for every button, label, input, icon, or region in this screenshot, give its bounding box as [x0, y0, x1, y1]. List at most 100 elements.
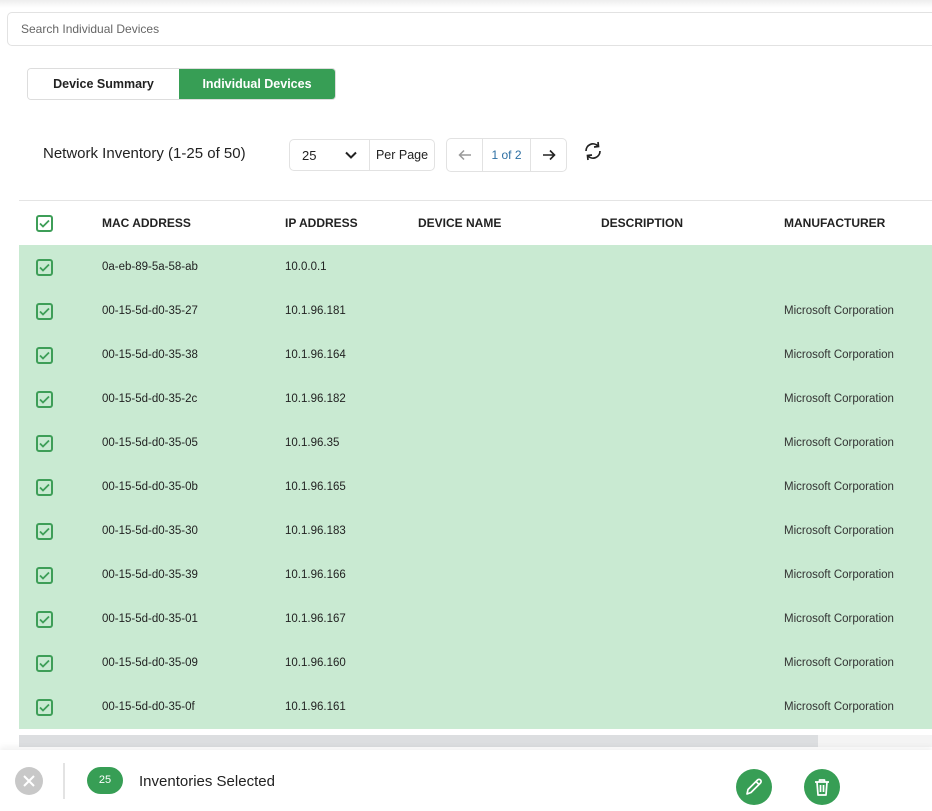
cell-manufacturer: Microsoft Corporation — [784, 465, 932, 509]
per-page-select[interactable]: 25 — [290, 140, 370, 170]
arrow-right-icon — [542, 149, 556, 161]
table-row[interactable]: 00-15-5d-d0-35-38 10.1.96.164 Microsoft Co… — [19, 333, 932, 377]
checkbox-checked-icon — [39, 527, 50, 536]
selected-count-badge: 25 — [87, 767, 123, 794]
table-row[interactable]: 00-15-5d-d0-35-0f 10.1.96.161 Microsoft Co… — [19, 685, 932, 729]
cell-description — [601, 641, 784, 685]
checkbox-checked-icon — [39, 351, 50, 360]
table-row[interactable]: 0a-eb-89-5a-58-ab 10.0.0.1 — [19, 245, 932, 289]
column-header-description[interactable]: DESCRIPTION — [601, 201, 784, 245]
cell-device-name — [418, 597, 601, 641]
cell-description — [601, 465, 784, 509]
close-icon — [23, 775, 35, 787]
table-row[interactable]: 00-15-5d-d0-35-01 10.1.96.167 Microsoft Co… — [19, 597, 932, 641]
table-header-row: MAC ADDRESS IP ADDRESS DEVICE NAME DESCR… — [19, 201, 932, 245]
checkbox-checked-icon — [39, 219, 50, 228]
table-row[interactable]: 00-15-5d-d0-35-27 10.1.96.181 Microsoft Co… — [19, 289, 932, 333]
column-header-device-name[interactable]: DEVICE NAME — [418, 201, 601, 245]
arrow-left-icon — [457, 149, 471, 161]
cell-mac-address: 00-15-5d-d0-35-39 — [102, 553, 285, 597]
edit-button[interactable] — [736, 769, 772, 805]
refresh-icon — [585, 141, 601, 161]
inventory-table: MAC ADDRESS IP ADDRESS DEVICE NAME DESCR… — [19, 201, 932, 729]
checkbox-checked-icon — [39, 439, 50, 448]
row-checkbox[interactable] — [36, 478, 53, 496]
checkbox-checked-icon — [39, 263, 50, 272]
column-header-manufacturer[interactable]: MANUFACTURER — [784, 201, 932, 245]
row-checkbox[interactable] — [36, 522, 53, 540]
cell-ip-address: 10.1.96.160 — [285, 641, 418, 685]
cell-manufacturer: Microsoft Corporation — [784, 333, 932, 377]
cell-description — [601, 245, 784, 289]
table-row[interactable]: 00-15-5d-d0-35-0b 10.1.96.165 Microsoft Co… — [19, 465, 932, 509]
cell-device-name — [418, 465, 601, 509]
view-tabs: Device Summary Individual Devices — [27, 68, 336, 100]
checkbox-checked-icon — [39, 703, 50, 712]
row-checkbox[interactable] — [36, 258, 53, 276]
cell-mac-address: 0a-eb-89-5a-58-ab — [102, 245, 285, 289]
chevron-down-icon — [345, 151, 357, 159]
selected-label: Inventories Selected — [139, 773, 275, 790]
cell-description — [601, 289, 784, 333]
cell-manufacturer: Microsoft Corporation — [784, 509, 932, 553]
cell-device-name — [418, 245, 601, 289]
row-checkbox[interactable] — [36, 346, 53, 364]
table-row[interactable]: 00-15-5d-d0-35-2c 10.1.96.182 Microsoft Co… — [19, 377, 932, 421]
select-all-checkbox[interactable] — [36, 214, 53, 232]
checkbox-checked-icon — [39, 615, 50, 624]
cell-description — [601, 597, 784, 641]
row-checkbox[interactable] — [36, 610, 53, 628]
cell-ip-address: 10.1.96.167 — [285, 597, 418, 641]
cell-device-name — [418, 377, 601, 421]
cell-device-name — [418, 553, 601, 597]
table-row[interactable]: 00-15-5d-d0-35-30 10.1.96.183 Microsoft Co… — [19, 509, 932, 553]
cell-manufacturer: Microsoft Corporation — [784, 289, 932, 333]
prev-page-button[interactable] — [447, 139, 483, 171]
cell-description — [601, 553, 784, 597]
column-header-ip[interactable]: IP ADDRESS — [285, 201, 418, 245]
page-title: Network Inventory (1-25 of 50) — [43, 145, 246, 162]
pagination: 1 of 2 — [446, 138, 567, 172]
cell-device-name — [418, 421, 601, 465]
table-body: 0a-eb-89-5a-58-ab 10.0.0.1 00-15-5d-d0-35-… — [19, 245, 932, 729]
cell-mac-address: 00-15-5d-d0-35-2c — [102, 377, 285, 421]
checkbox-checked-icon — [39, 571, 50, 580]
delete-button[interactable] — [804, 769, 840, 805]
row-checkbox[interactable] — [36, 434, 53, 452]
tab-device-summary[interactable]: Device Summary — [28, 69, 179, 99]
row-checkbox[interactable] — [36, 566, 53, 584]
row-checkbox[interactable] — [36, 390, 53, 408]
row-checkbox[interactable] — [36, 302, 53, 320]
refresh-button[interactable] — [583, 140, 603, 162]
cell-ip-address: 10.1.96.164 — [285, 333, 418, 377]
cell-mac-address: 00-15-5d-d0-35-27 — [102, 289, 285, 333]
clear-selection-button[interactable] — [15, 767, 43, 795]
table-row[interactable]: 00-15-5d-d0-35-09 10.1.96.160 Microsoft Co… — [19, 641, 932, 685]
tab-individual-devices[interactable]: Individual Devices — [179, 69, 335, 99]
search-bar[interactable] — [7, 12, 932, 46]
cell-mac-address: 00-15-5d-d0-35-01 — [102, 597, 285, 641]
cell-manufacturer: Microsoft Corporation — [784, 421, 932, 465]
cell-ip-address: 10.1.96.165 — [285, 465, 418, 509]
per-page-label: Per Page — [375, 148, 429, 162]
search-input[interactable] — [8, 13, 932, 45]
horizontal-scrollbar[interactable] — [19, 735, 932, 747]
cell-description — [601, 685, 784, 729]
row-checkbox[interactable] — [36, 654, 53, 672]
cell-manufacturer: Microsoft Corporation — [784, 377, 932, 421]
page-indicator: 1 of 2 — [491, 148, 522, 162]
next-page-button[interactable] — [530, 139, 566, 171]
cell-device-name — [418, 333, 601, 377]
row-checkbox[interactable] — [36, 698, 53, 716]
cell-device-name — [418, 641, 601, 685]
table-row[interactable]: 00-15-5d-d0-35-05 10.1.96.35 Microsoft Cor… — [19, 421, 932, 465]
table-row[interactable]: 00-15-5d-d0-35-39 10.1.96.166 Microsoft Co… — [19, 553, 932, 597]
scrollbar-thumb[interactable] — [19, 735, 818, 747]
trash-icon — [815, 779, 829, 796]
cell-mac-address: 00-15-5d-d0-35-30 — [102, 509, 285, 553]
selection-footer: 25 Inventories Selected — [0, 750, 932, 811]
top-shadow — [0, 0, 932, 8]
column-header-mac[interactable]: MAC ADDRESS — [102, 201, 285, 245]
cell-description — [601, 509, 784, 553]
cell-ip-address: 10.1.96.35 — [285, 421, 418, 465]
